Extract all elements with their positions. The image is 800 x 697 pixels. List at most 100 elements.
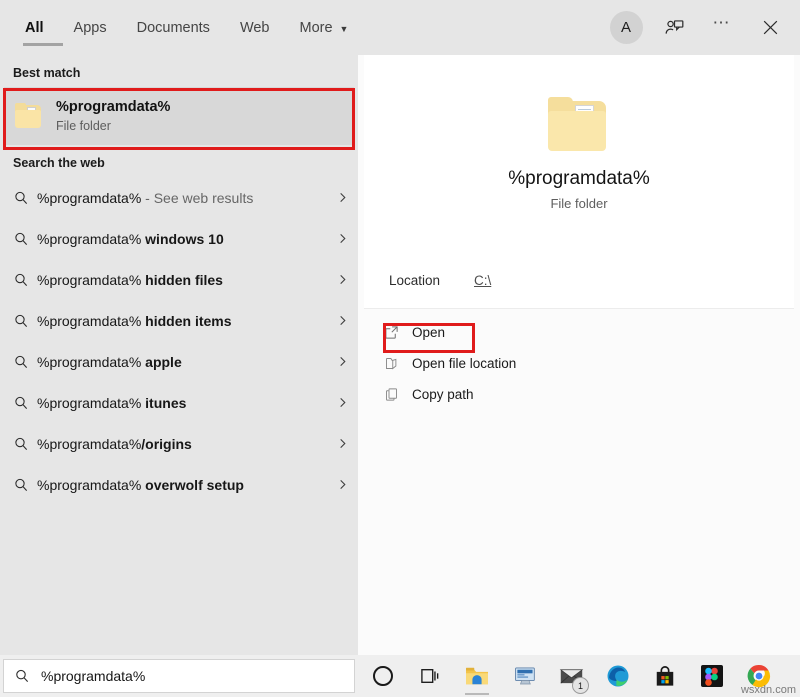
search-icon — [13, 190, 35, 206]
taskbar-item-mail[interactable]: 1 — [554, 656, 588, 696]
figma-icon — [700, 664, 724, 688]
suggestion-suffix: apple — [141, 354, 181, 370]
location-link[interactable]: C:\ — [474, 273, 491, 288]
suggestion-suffix: itunes — [141, 395, 186, 411]
best-match-heading: Best match — [0, 55, 358, 87]
open-external-icon — [384, 325, 412, 340]
suggestion-query: %programdata% — [37, 272, 141, 288]
suggestion-suffix: hidden files — [141, 272, 223, 288]
action-copy-path-label: Copy path — [412, 387, 474, 402]
folder-icon-large — [548, 97, 610, 151]
best-match-result[interactable]: %programdata% File folder — [4, 87, 354, 145]
web-suggestion-item[interactable]: %programdata% apple — [0, 341, 358, 382]
location-label: Location — [364, 273, 474, 288]
account-button[interactable]: A — [604, 6, 648, 50]
copy-icon — [384, 387, 412, 402]
best-match-text: %programdata% File folder — [56, 99, 170, 134]
location-row: Location C:\ — [364, 253, 794, 309]
search-input-value: %programdata% — [41, 668, 145, 684]
window-controls: A ⋯ — [604, 0, 792, 55]
cortana-icon — [373, 666, 393, 686]
web-suggestion-item[interactable]: %programdata%/origins — [0, 423, 358, 464]
tab-more-label: More — [300, 20, 333, 36]
suggestion-suffix: - See web results — [141, 190, 253, 206]
tab-documents[interactable]: Documents — [122, 0, 225, 55]
search-icon — [13, 231, 35, 247]
taskbar-item-figma[interactable] — [695, 656, 729, 696]
suggestion-query: %programdata% — [37, 477, 141, 493]
suggestion-query: %programdata% — [37, 190, 141, 206]
chevron-right-icon — [330, 313, 348, 329]
web-suggestion-item[interactable]: %programdata% hidden files — [0, 259, 358, 300]
best-match-title: %programdata% — [56, 99, 170, 116]
folder-icon — [15, 105, 43, 128]
action-open-file-location[interactable]: Open file location — [364, 348, 794, 379]
feedback-person-icon — [664, 17, 685, 38]
suggestion-query: %programdata% — [37, 354, 141, 370]
tab-web[interactable]: Web — [225, 0, 285, 55]
taskbar-active-indicator — [465, 693, 489, 695]
chevron-right-icon — [330, 190, 348, 206]
tab-all[interactable]: All — [10, 0, 59, 55]
taskbar-item-display-app[interactable] — [507, 656, 541, 696]
taskbar: %programdata% — [0, 655, 800, 697]
web-suggestion-label: %programdata% hidden items — [37, 313, 330, 329]
tab-more[interactable]: More ▼ — [285, 0, 364, 55]
web-suggestion-item[interactable]: %programdata% - See web results — [0, 177, 358, 218]
search-icon — [13, 354, 35, 370]
web-suggestion-label: %programdata% windows 10 — [37, 231, 330, 247]
taskbar-item-task-view[interactable] — [413, 656, 447, 696]
results-panel: Best match %programdata% File folder Sea… — [0, 55, 358, 655]
action-open-label: Open — [412, 325, 445, 340]
web-suggestion-label: %programdata%/origins — [37, 436, 330, 452]
tab-all-label: All — [25, 20, 44, 36]
action-open-file-location-label: Open file location — [412, 356, 516, 371]
taskbar-item-microsoft-store[interactable] — [648, 656, 682, 696]
chevron-right-icon — [330, 436, 348, 452]
folder-open-icon — [384, 356, 412, 371]
web-suggestion-item[interactable]: %programdata% overwolf setup — [0, 464, 358, 505]
more-options-button[interactable]: ⋯ — [700, 6, 744, 50]
taskbar-item-cortana[interactable] — [366, 656, 400, 696]
taskbar-item-file-explorer[interactable] — [460, 656, 494, 696]
search-filter-bar: All Apps Documents Web More ▼ A — [0, 0, 800, 55]
mail-notification-badge: 1 — [572, 677, 589, 694]
search-input[interactable]: %programdata% — [3, 659, 355, 693]
search-icon — [13, 477, 35, 493]
action-list: Open Open file location — [364, 317, 794, 410]
search-icon — [13, 313, 35, 329]
avatar-initial: A — [621, 19, 631, 36]
ellipsis-icon: ⋯ — [713, 13, 732, 33]
file-explorer-icon — [464, 665, 490, 687]
action-open[interactable]: Open — [364, 317, 794, 348]
preview-title: %programdata% — [508, 167, 650, 191]
feedback-button[interactable] — [652, 6, 696, 50]
microsoft-edge-icon — [606, 664, 630, 688]
taskbar-item-microsoft-edge[interactable] — [601, 656, 635, 696]
tab-apps[interactable]: Apps — [59, 0, 122, 55]
web-suggestion-label: %programdata% itunes — [37, 395, 330, 411]
close-button[interactable] — [748, 6, 792, 50]
web-suggestion-label: %programdata% overwolf setup — [37, 477, 330, 493]
web-suggestion-item[interactable]: %programdata% itunes — [0, 382, 358, 423]
preview-card: %programdata% File folder — [364, 55, 794, 254]
suggestion-suffix: hidden items — [141, 313, 231, 329]
search-the-web-heading: Search the web — [0, 145, 358, 177]
web-suggestion-list: %programdata% - See web results%programd… — [0, 177, 358, 505]
search-icon — [13, 436, 35, 452]
web-suggestion-item[interactable]: %programdata% windows 10 — [0, 218, 358, 259]
chevron-right-icon — [330, 272, 348, 288]
best-match-container: %programdata% File folder — [4, 87, 354, 145]
microsoft-store-icon — [654, 665, 676, 688]
tab-web-label: Web — [240, 20, 270, 36]
web-suggestion-item[interactable]: %programdata% hidden items — [0, 300, 358, 341]
web-suggestion-label: %programdata% - See web results — [37, 190, 330, 206]
suggestion-query: %programdata% — [37, 313, 141, 329]
action-copy-path[interactable]: Copy path — [364, 379, 794, 410]
suggestion-query: %programdata% — [37, 436, 141, 452]
chevron-right-icon — [330, 354, 348, 370]
tab-documents-label: Documents — [137, 20, 210, 36]
suggestion-suffix: overwolf setup — [141, 477, 244, 493]
avatar: A — [610, 11, 643, 44]
suggestion-query: %programdata% — [37, 395, 141, 411]
